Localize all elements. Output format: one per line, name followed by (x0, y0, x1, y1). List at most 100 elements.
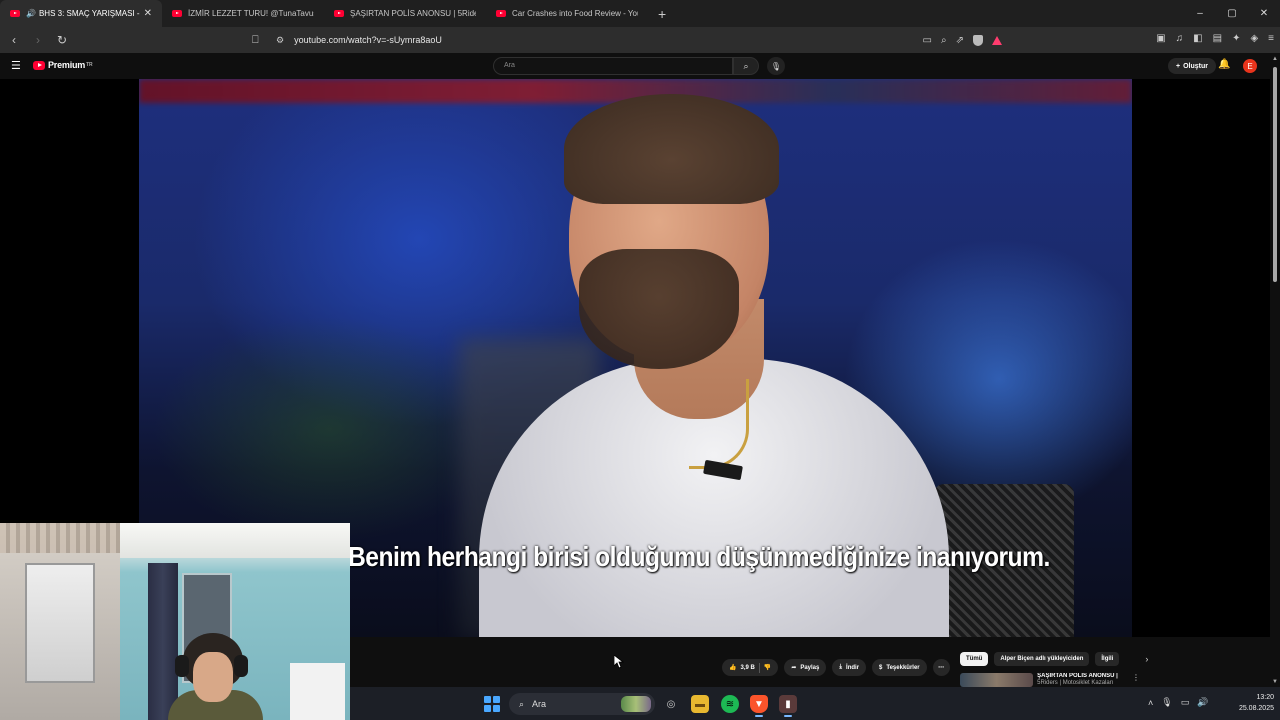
wallet-icon[interactable]: ▤ (1213, 33, 1222, 44)
leo-ai-icon[interactable]: ✦ (1232, 33, 1240, 44)
video-title[interactable]: ŞAŞIRTAN POLİS ANONSU | (1037, 673, 1132, 680)
recommendation-chips: Tümü Alper Biçen adlı yükleyiciden İlgil… (960, 652, 1148, 666)
like-count: 3,9 B (740, 664, 755, 671)
thumbs-up-icon[interactable]: 👍 (729, 664, 736, 671)
speaker-icon[interactable]: 🔊 (26, 9, 36, 18)
browser-tab-3[interactable]: ŞAŞIRTAN POLİS ANONSU | 5Rider (324, 0, 486, 27)
more-actions-button[interactable]: ⋯ (932, 659, 950, 676)
vpn-icon[interactable]: ◈ (1250, 33, 1258, 44)
download-button[interactable]: ⤓ İndir (832, 659, 867, 676)
divider (758, 662, 760, 673)
minimize-button[interactable]: – (1184, 0, 1216, 27)
url-text[interactable]: youtube.com/watch?v=-sUymra8aoU (294, 35, 442, 45)
browser-tab-1[interactable]: 🔊 BHS 3: SMAÇ YARIŞMASI - Yo ✕ (0, 0, 162, 27)
back-button[interactable]: ‹ (4, 33, 24, 47)
windows-start-icon[interactable] (484, 696, 500, 712)
page-scrollbar[interactable]: ▲ ▼ (1270, 53, 1280, 687)
search-input[interactable]: Ara (493, 57, 733, 75)
notifications-bell-icon[interactable]: 🔔 (1218, 59, 1230, 70)
obs-app-icon[interactable]: ▮ (779, 695, 797, 713)
youtube-play-icon (33, 60, 45, 70)
new-tab-button[interactable]: + (658, 6, 666, 22)
music-icon[interactable]: ♫ (1176, 33, 1184, 44)
microphone-icon[interactable]: 🎙 (1161, 697, 1172, 708)
brave-rewards-icon[interactable] (992, 35, 1002, 45)
close-tab-icon[interactable]: ✕ (144, 8, 152, 19)
taskbar-search-label: Ara (532, 699, 547, 709)
thumbs-down-icon[interactable]: 👎 (764, 664, 771, 671)
volume-icon[interactable]: 🔊 (1197, 697, 1208, 708)
brave-browser-icon[interactable]: ▼ (750, 695, 768, 713)
cast-icon[interactable]: ▭ (923, 35, 932, 46)
bookmark-icon[interactable]: ⎕ (252, 34, 264, 47)
mouse-cursor-icon (614, 655, 624, 669)
forward-button[interactable]: › (28, 33, 48, 47)
close-window-button[interactable]: ✕ (1248, 0, 1280, 27)
create-button[interactable]: + Oluştur (1168, 58, 1216, 74)
copilot-icon[interactable]: ◎ (662, 695, 680, 713)
like-dislike-button[interactable]: 👍 3,9 B 👎 (722, 659, 779, 676)
youtube-favicon-icon (172, 10, 182, 17)
person-hair (564, 94, 779, 204)
webcam-shelf (25, 563, 95, 683)
site-settings-icon[interactable]: ⚙ (276, 35, 284, 46)
hamburger-menu-icon[interactable]: ☰ (11, 59, 21, 72)
voice-search-button[interactable]: 🎙 (767, 57, 785, 75)
clock-time: 13:20 (1256, 694, 1274, 701)
scroll-up-icon[interactable]: ▲ (1272, 56, 1278, 62)
avatar[interactable]: E (1243, 59, 1257, 73)
person-beard (579, 249, 739, 369)
plus-icon: + (1176, 62, 1181, 70)
chip-uploader[interactable]: Alper Biçen adlı yükleyiciden (994, 652, 1090, 666)
more-vert-icon[interactable]: ⋮ (1132, 673, 1140, 687)
webcam-desk (290, 663, 345, 720)
screenshot-icon[interactable]: ▣ (1156, 33, 1165, 44)
chevron-up-icon[interactable]: ˄ (1148, 698, 1153, 708)
taskbar-search[interactable]: ⌕ Ara (509, 693, 655, 715)
file-explorer-icon[interactable]: ▬ (691, 695, 709, 713)
maximize-button[interactable]: ▢ (1216, 0, 1248, 27)
address-bar[interactable]: ⎕ ⚙ youtube.com/watch?v=-sUymra8aoU ▭ ⌕ … (252, 30, 1002, 50)
thanks-button[interactable]: $ Teşekkürler (872, 659, 927, 676)
headphone-icon (175, 655, 189, 677)
create-label: Oluştur (1183, 62, 1208, 70)
active-app-indicator (784, 715, 792, 717)
network-icon[interactable]: ▭ (1181, 697, 1190, 708)
download-icon: ⤓ (839, 664, 843, 670)
tab-title: Car Crashes into Food Review - YouT (512, 9, 638, 18)
share-icon[interactable]: ⇗ (956, 35, 964, 46)
video-actions: 👍 3,9 B 👎 ➦ Paylaş ⤓ İndir $ Teşekkürler… (722, 659, 950, 676)
chip-all[interactable]: Tümü (960, 652, 989, 666)
youtube-favicon-icon (496, 10, 506, 17)
chip-related[interactable]: İlgili (1095, 652, 1120, 666)
webcam-shelf-top (0, 523, 120, 553)
zoom-icon[interactable]: ⌕ (941, 35, 947, 46)
brave-shields-icon[interactable] (973, 34, 983, 46)
search-button[interactable]: ⌕ (733, 57, 759, 75)
browser-tab-4[interactable]: Car Crashes into Food Review - YouT (486, 0, 648, 27)
search-icon: ⌕ (519, 698, 525, 709)
chevron-right-icon[interactable]: › (1145, 654, 1148, 664)
youtube-logo[interactable]: Premium TR (33, 60, 93, 70)
reload-button[interactable]: ↻ (52, 33, 72, 47)
share-label: Paylaş (800, 664, 820, 671)
headphone-icon (234, 655, 248, 677)
search-highlight-art (621, 696, 651, 712)
video-subtitle: Benim herhangi birisi olduğumu düşünmedi… (348, 541, 1050, 572)
sidebar-icon[interactable]: ◧ (1193, 33, 1202, 44)
browser-tab-strip: 🔊 BHS 3: SMAÇ YARIŞMASI - Yo ✕ İZMİR LEZ… (0, 0, 1280, 27)
spotify-icon[interactable]: ≋ (721, 695, 739, 713)
taskbar-clock[interactable]: 13:20 25.08.2025 (1222, 692, 1274, 714)
thanks-label: Teşekkürler (886, 664, 920, 671)
channel-name[interactable]: 5Riders | Motosiklet Kazaları (1037, 680, 1132, 687)
scroll-down-icon[interactable]: ▼ (1272, 679, 1278, 685)
share-button[interactable]: ➦ Paylaş (784, 659, 827, 676)
scrollbar-thumb[interactable] (1273, 67, 1277, 282)
webcam-person-face (193, 652, 233, 702)
menu-icon[interactable]: ≡ (1268, 33, 1274, 44)
webcam-ceiling (120, 523, 350, 558)
video-thumbnail[interactable] (960, 673, 1034, 687)
recommended-video[interactable]: ŞAŞIRTAN POLİS ANONSU | 5Riders | Motosi… (960, 673, 1140, 687)
video-meta: ŞAŞIRTAN POLİS ANONSU | 5Riders | Motosi… (1037, 673, 1132, 687)
browser-tab-2[interactable]: İZMİR LEZZET TURU! @TunaTavus - Y (162, 0, 324, 27)
